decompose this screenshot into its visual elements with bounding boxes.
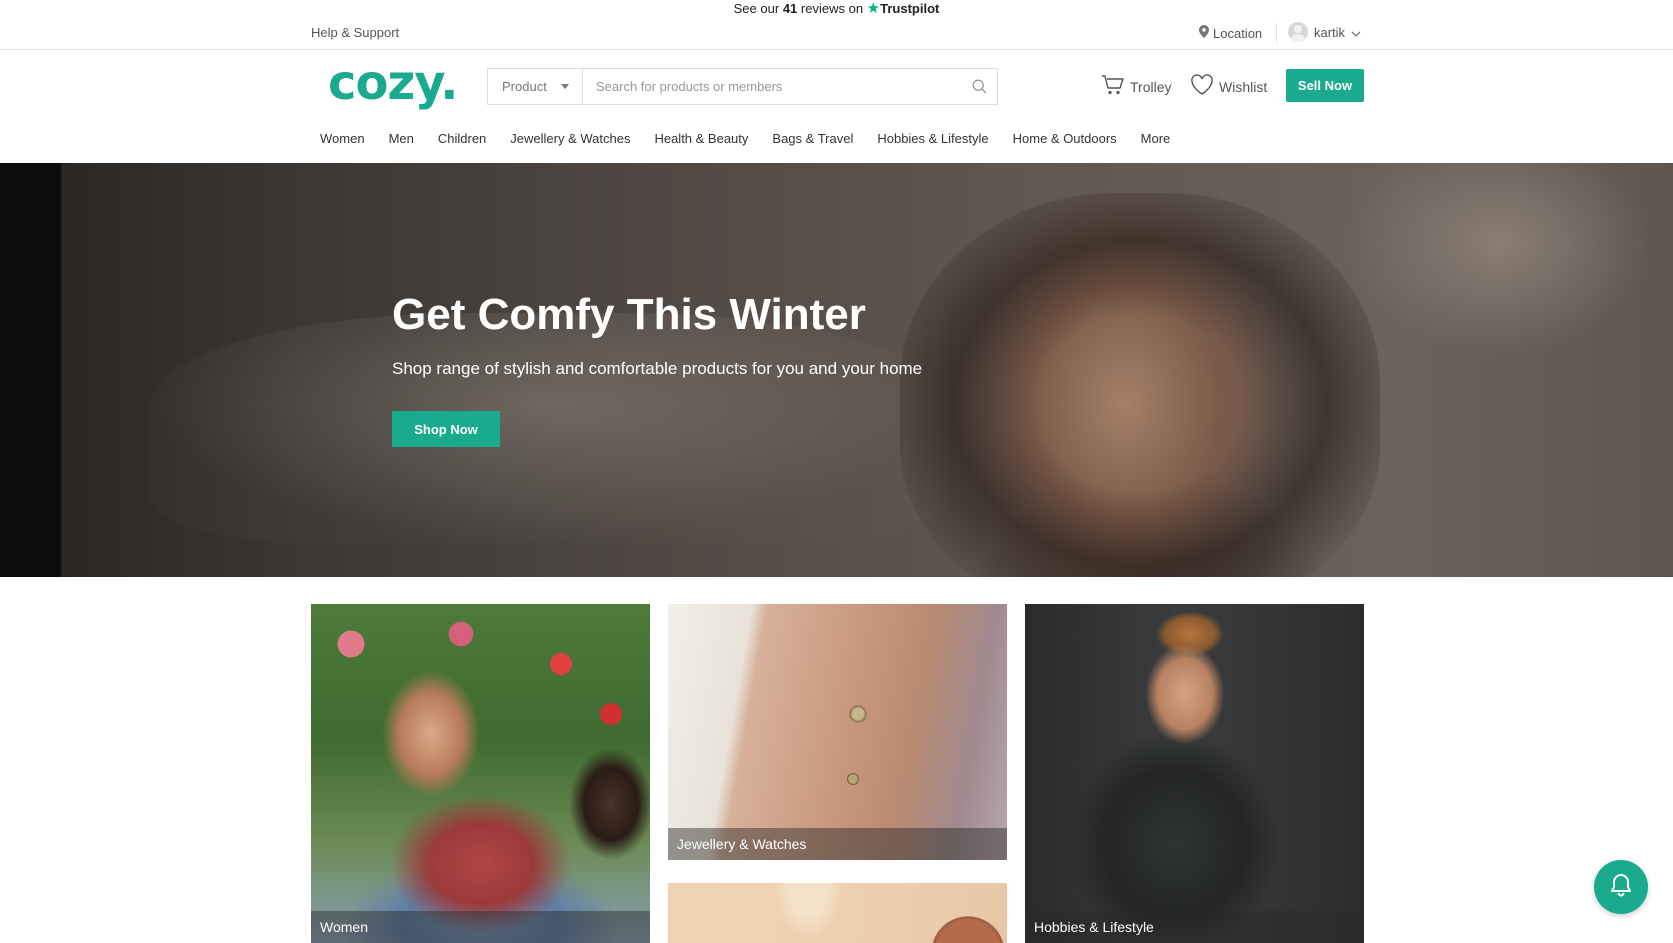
- trolley-label: Trolley: [1130, 78, 1172, 95]
- chat-widget-button[interactable]: [1594, 860, 1648, 914]
- shop-now-button[interactable]: Shop Now: [392, 411, 500, 447]
- bell-icon: [1608, 872, 1634, 903]
- tile-label: Hobbies & Lifestyle: [1025, 911, 1364, 943]
- nav-item-children[interactable]: Children: [438, 131, 486, 146]
- trustpilot-brand: Trustpilot: [880, 1, 940, 16]
- nav-item-health-beauty[interactable]: Health & Beauty: [654, 131, 748, 146]
- wishlist-label: Wishlist: [1219, 78, 1268, 95]
- trolley-link[interactable]: Trolley: [1101, 74, 1172, 99]
- nav-item-hobbies-lifestyle[interactable]: Hobbies & Lifestyle: [877, 131, 988, 146]
- trustpilot-star-icon: ★: [866, 0, 881, 17]
- heart-icon: [1190, 74, 1214, 99]
- wishlist-link[interactable]: Wishlist: [1190, 74, 1267, 99]
- user-menu[interactable]: kartik: [1288, 22, 1361, 42]
- trustpilot-prefix: See our: [733, 1, 780, 16]
- chevron-down-icon: [1351, 25, 1361, 40]
- category-nav: Women Men Children Jewellery & Watches H…: [320, 131, 1194, 146]
- cart-icon: [1101, 74, 1125, 99]
- nav-item-bags-travel[interactable]: Bags & Travel: [772, 131, 853, 146]
- nav-item-jewellery-watches[interactable]: Jewellery & Watches: [510, 131, 630, 146]
- nav-item-home-outdoors[interactable]: Home & Outdoors: [1013, 131, 1117, 146]
- trustpilot-suffix: reviews on: [800, 1, 864, 16]
- cozy-logo[interactable]: cozy.: [328, 55, 458, 111]
- category-tile-hobbies-lifestyle[interactable]: Hobbies & Lifestyle: [1025, 604, 1364, 943]
- hero-background-model: [900, 193, 1380, 577]
- product-type-select[interactable]: Product: [488, 69, 583, 104]
- search-icon[interactable]: [961, 69, 997, 104]
- trustpilot-banner[interactable]: See our 41 reviews on ★Trustpilot: [0, 0, 1673, 18]
- category-tile-jewellery-watches[interactable]: Jewellery & Watches: [668, 604, 1007, 860]
- username: kartik: [1314, 24, 1346, 40]
- location-pin-icon: [1199, 25, 1209, 41]
- trustpilot-review-count: 41: [782, 1, 798, 16]
- search-bar: Product: [487, 68, 998, 105]
- nav-item-women[interactable]: Women: [320, 131, 365, 146]
- nav-item-men[interactable]: Men: [389, 131, 414, 146]
- product-select-label: Product: [502, 79, 547, 94]
- search-input[interactable]: [583, 69, 961, 104]
- sell-now-button[interactable]: Sell Now: [1286, 69, 1364, 102]
- hero-banner: Get Comfy This Winter Shop range of styl…: [0, 163, 1673, 577]
- location-label: Location: [1213, 25, 1263, 41]
- caret-down-icon: [560, 84, 569, 89]
- help-support-link[interactable]: Help & Support: [311, 25, 399, 40]
- category-tile-health-beauty[interactable]: [668, 883, 1007, 943]
- avatar: [1288, 22, 1308, 42]
- hero-subtitle: Shop range of stylish and comfortable pr…: [392, 359, 923, 378]
- hero-title: Get Comfy This Winter: [392, 290, 866, 339]
- tile-label: Women: [311, 911, 650, 943]
- nav-item-more[interactable]: More: [1141, 131, 1171, 146]
- utility-bar: Help & Support Location kartik: [0, 18, 1673, 50]
- divider: [1276, 23, 1277, 43]
- category-tile-women[interactable]: Women: [311, 604, 650, 943]
- location-link[interactable]: Location: [1199, 25, 1262, 41]
- hero-background-sofa: [150, 313, 950, 543]
- tile-label: Jewellery & Watches: [668, 828, 1007, 860]
